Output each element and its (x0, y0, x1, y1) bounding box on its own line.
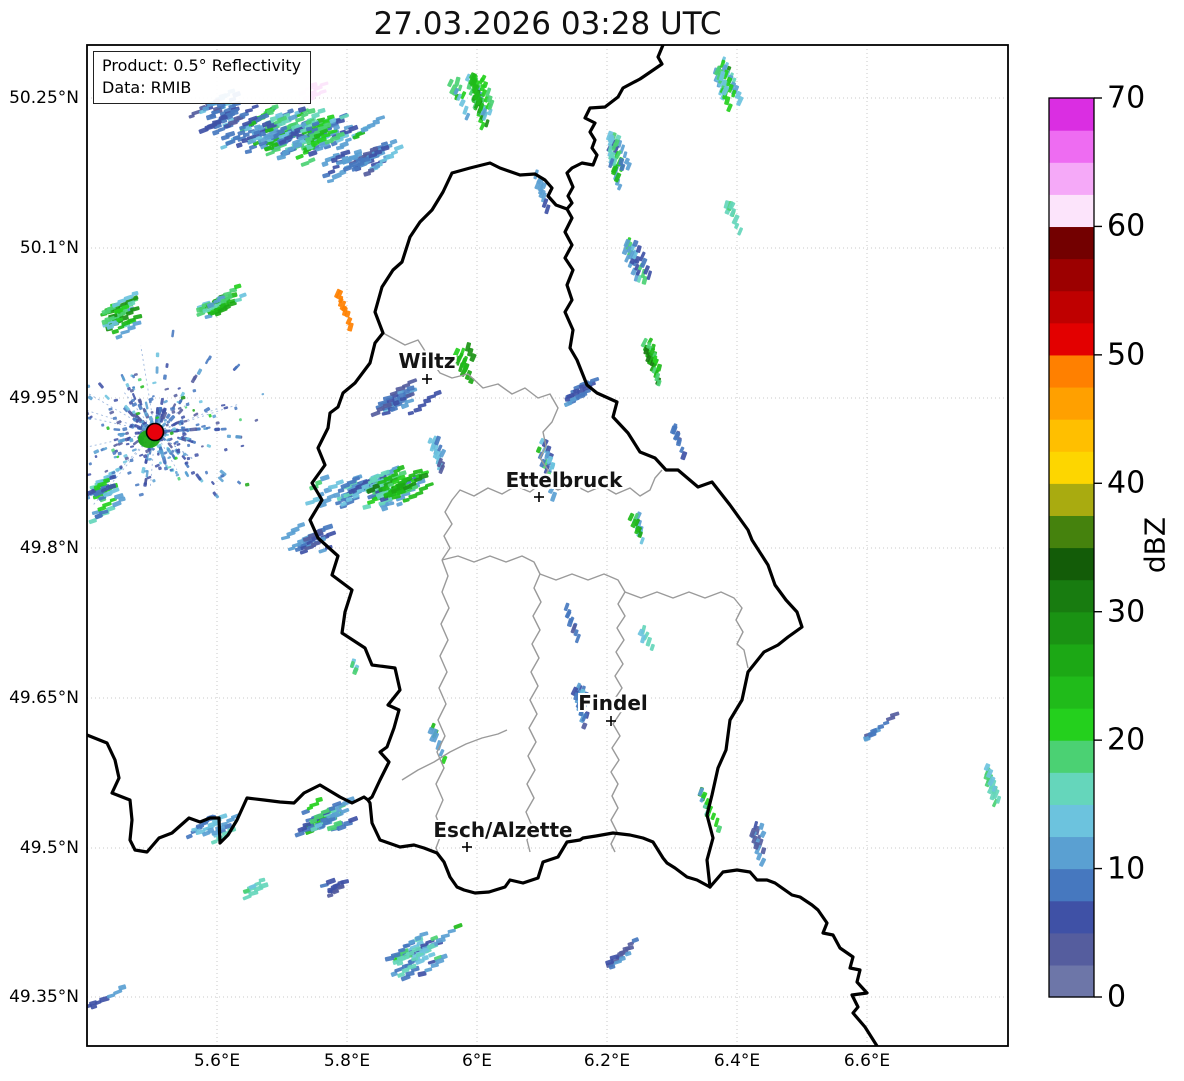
y-axis-tick-label: 49.5°N (19, 838, 79, 858)
y-axis-tick-label: 49.95°N (9, 388, 79, 408)
x-axis-tick-label: 6.4°E (713, 1051, 761, 1071)
radar-clutter (87, 329, 265, 507)
city-markers (422, 374, 616, 852)
x-axis-tick-label: 6°E (461, 1051, 493, 1071)
y-axis-tick-label: 50.25°N (9, 88, 79, 108)
radar-figure: 27.03.2026 03:28 UTC Product: 0.5° Refle… (0, 0, 1184, 1081)
y-axis-tick-label: 50.1°N (19, 238, 79, 258)
colorbar-tick-label: 50 (1107, 337, 1146, 373)
colorbar-unit-label: dBZ (1138, 516, 1172, 574)
district-borders (382, 332, 749, 859)
figure-title: 27.03.2026 03:28 UTC (373, 6, 722, 42)
colorbar-tick-label: 20 (1107, 722, 1146, 758)
city-label-findel: Findel (578, 691, 648, 715)
colorbar-tick-label: 70 (1107, 80, 1146, 116)
y-axis-tick-label: 49.8°N (19, 538, 79, 558)
colorbar (1048, 97, 1102, 998)
y-axis-tick-label: 49.35°N (9, 987, 79, 1007)
city-label-ettelbruck: Ettelbruck (505, 468, 623, 492)
y-axis-tick-label: 49.65°N (9, 688, 79, 708)
city-label-wiltz: Wiltz (398, 349, 456, 373)
x-axis-tick-label: 6.6°E (843, 1051, 891, 1071)
colorbar-tick-label: 60 (1107, 208, 1146, 244)
x-axis-tick-label: 6.2°E (583, 1051, 631, 1071)
colorbar-tick-label: 40 (1107, 465, 1146, 501)
info-box: Product: 0.5° Reflectivity Data: RMIB (93, 51, 312, 105)
x-axis-tick-label: 5.6°E (193, 1051, 241, 1071)
colorbar-tick-label: 30 (1107, 594, 1146, 630)
map-canvas (86, 44, 1102, 1047)
city-label-esch-alzette: Esch/Alzette (433, 818, 573, 842)
colorbar-tick-label: 0 (1107, 979, 1127, 1015)
info-box-product-line: Product: 0.5° Reflectivity (102, 56, 302, 75)
x-axis-tick-label: 5.8°E (323, 1051, 371, 1071)
colorbar-tick-label: 10 (1107, 851, 1146, 887)
country-borders (87, 45, 879, 1046)
info-box-data-line: Data: RMIB (102, 77, 192, 97)
